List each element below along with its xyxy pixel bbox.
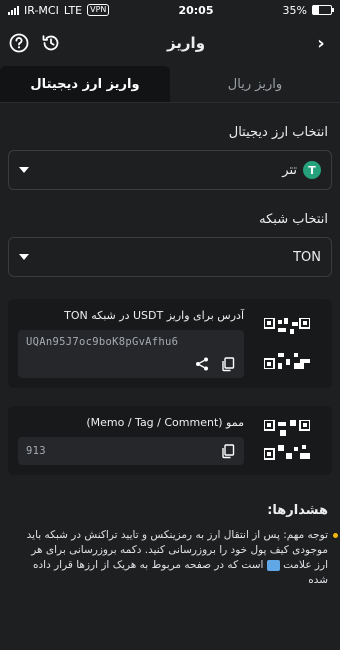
address-card-main: آدرس برای واریز USDT در شبکه TON UQAn95J… <box>18 309 244 378</box>
address-field: UQAn95J7oc9boK8pGvAfhu6 <box>18 330 244 378</box>
network-label: LTE <box>63 3 83 17</box>
carrier-label: IR-MCI <box>24 3 59 17</box>
network-select[interactable]: TON <box>8 237 332 277</box>
back-chevron-icon[interactable]: › <box>310 32 332 54</box>
crypto-select[interactable]: تتر T <box>8 150 332 190</box>
signal-icon <box>8 5 19 15</box>
qr-code-icon <box>264 444 310 460</box>
address-qr-button[interactable] <box>252 309 322 378</box>
crypto-select-label: انتخاب ارز دیجیتال <box>228 125 328 140</box>
crypto-select-value: تتر <box>282 162 297 178</box>
address-actions <box>26 356 236 372</box>
bullet-icon <box>333 533 338 538</box>
header-actions <box>8 32 62 54</box>
battery-icon <box>312 5 334 15</box>
memo-qr-button[interactable] <box>252 416 322 465</box>
app-header: واریز › <box>0 20 340 66</box>
tether-icon: T <box>303 161 321 179</box>
address-value[interactable]: UQAn95J7oc9boK8pGvAfhu6 <box>26 336 236 348</box>
qr-code-icon <box>264 420 310 437</box>
memo-title: ممو (Memo / Tag / Comment) <box>86 416 244 429</box>
help-icon[interactable] <box>8 32 30 54</box>
warnings-title: هشدارها: <box>267 503 328 518</box>
qr-code-icon <box>264 352 310 369</box>
tab-crypto-deposit[interactable]: واریز ارز دیجیتال <box>0 66 170 102</box>
status-left: IR-MCI LTE VPN <box>8 3 110 17</box>
memo-value[interactable]: 913 <box>26 445 46 457</box>
status-bar: IR-MCI LTE VPN 20:05 35% <box>0 0 340 20</box>
chevron-down-icon <box>19 254 29 260</box>
share-icon[interactable] <box>194 356 210 372</box>
network-select-value: TON <box>293 249 321 265</box>
chevron-down-icon <box>19 167 29 173</box>
refresh-icon <box>266 559 280 571</box>
vpn-badge: VPN <box>87 4 110 16</box>
tab-rial-deposit[interactable]: واریز ریال <box>170 66 340 102</box>
copy-icon[interactable] <box>220 443 236 459</box>
deposit-tabs: واریز ارز دیجیتال واریز ریال <box>0 66 340 103</box>
page-title: واریز <box>166 34 206 52</box>
warning-item: توجه مهم: پس از انتقال ارز به رمزینکس و … <box>0 528 340 588</box>
status-right: 35% <box>282 3 334 17</box>
memo-card: ممو (Memo / Tag / Comment) 913 <box>8 406 332 475</box>
network-select-label: انتخاب شبکه <box>259 212 328 227</box>
memo-card-main: ممو (Memo / Tag / Comment) 913 <box>18 416 244 465</box>
battery-percent: 35% <box>282 3 307 17</box>
address-title: آدرس برای واریز USDT در شبکه TON <box>64 309 244 322</box>
qr-code-icon <box>264 318 310 335</box>
crypto-select-value-wrap: تتر T <box>282 161 321 179</box>
memo-field: 913 <box>18 437 244 465</box>
address-card: آدرس برای واریز USDT در شبکه TON UQAn95J… <box>8 299 332 388</box>
clock: 20:05 <box>178 3 214 17</box>
history-icon[interactable] <box>40 32 62 54</box>
copy-icon[interactable] <box>220 356 236 372</box>
